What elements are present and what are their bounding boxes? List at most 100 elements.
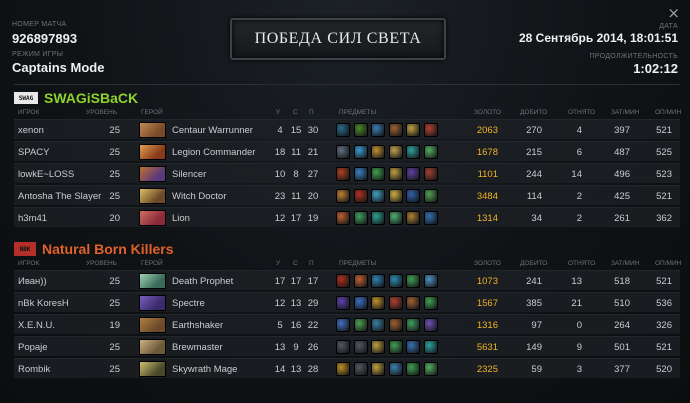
item-icon[interactable]: [336, 189, 350, 203]
item-icon[interactable]: [336, 167, 350, 181]
match-duration: 1:02:12: [633, 61, 678, 76]
item-icon[interactable]: [423, 123, 438, 137]
item-icon[interactable]: [388, 189, 403, 203]
player-row[interactable]: SPACY 25 Legion Commander 18 11 21 1678 215 6 487…: [14, 141, 680, 161]
hero-portrait: [139, 144, 166, 160]
player-row[interactable]: h3m41 20 Lion 12 17 19 1314 34 2 261 362: [14, 207, 680, 227]
item-icon[interactable]: [336, 123, 350, 137]
item-icon[interactable]: [388, 145, 403, 159]
item-icon[interactable]: [388, 318, 403, 332]
item-icon[interactable]: [336, 145, 350, 159]
item-icon[interactable]: [371, 318, 385, 332]
player-row[interactable]: Rombik 25 Skywrath Mage 14 13 28 2325 59 3 377 520: [14, 358, 680, 378]
item-icon[interactable]: [371, 340, 385, 354]
player-gold: 1316: [476, 320, 498, 331]
player-xpm: 261: [614, 213, 630, 224]
item-icon[interactable]: [388, 123, 403, 137]
item-icon[interactable]: [353, 318, 368, 332]
player-player: Popaje: [18, 342, 48, 353]
item-icon[interactable]: [388, 274, 403, 288]
item-icon[interactable]: [423, 340, 438, 354]
player-k: 13: [274, 342, 286, 353]
item-icon[interactable]: [371, 296, 385, 310]
item-icon[interactable]: [353, 296, 368, 310]
item-icon[interactable]: [371, 167, 385, 181]
column-header-d: С: [293, 109, 298, 116]
item-icon[interactable]: [353, 189, 368, 203]
item-icon[interactable]: [423, 189, 438, 203]
item-icon[interactable]: [406, 340, 420, 354]
player-k: 5: [277, 320, 283, 331]
item-icon[interactable]: [353, 123, 368, 137]
item-icon[interactable]: [423, 211, 438, 225]
item-icon[interactable]: [371, 362, 385, 376]
player-gold: 1073: [476, 276, 498, 287]
item-icon[interactable]: [406, 274, 420, 288]
column-header-xpm: ЗАТ/МИН: [611, 260, 640, 267]
item-icon[interactable]: [353, 362, 368, 376]
player-dn: 2: [576, 191, 582, 202]
item-icon[interactable]: [406, 123, 420, 137]
item-icon[interactable]: [353, 211, 368, 225]
player-row[interactable]: lowkE~LOSS 25 Silencer 10 8 27 1101 244 14 496 523: [14, 163, 680, 183]
item-icon[interactable]: [353, 274, 368, 288]
item-icon[interactable]: [336, 296, 350, 310]
item-icon[interactable]: [423, 274, 438, 288]
item-icon[interactable]: [388, 340, 403, 354]
item-icon[interactable]: [406, 211, 420, 225]
item-icon[interactable]: [388, 362, 403, 376]
column-header-gpm: ОП/МИН: [655, 109, 682, 116]
player-d: 13: [290, 298, 302, 309]
player-hero: Skywrath Mage: [172, 364, 238, 375]
item-icon[interactable]: [423, 362, 438, 376]
player-gpm: 362: [656, 213, 672, 224]
player-row[interactable]: Popaje 25 Brewmaster 13 9 26 5631 149 9 501 521: [14, 336, 680, 356]
column-header-level: УРОВЕНЬ: [86, 260, 118, 267]
item-icon[interactable]: [388, 296, 403, 310]
player-lh: 244: [526, 169, 542, 180]
item-icon[interactable]: [423, 296, 438, 310]
item-icon[interactable]: [353, 145, 368, 159]
player-level: 25: [109, 147, 120, 158]
player-hero: Silencer: [172, 169, 207, 180]
item-icon[interactable]: [406, 189, 420, 203]
item-icon[interactable]: [336, 318, 350, 332]
item-icon[interactable]: [353, 167, 368, 181]
player-player: nBk KoresH: [18, 298, 69, 309]
item-icon[interactable]: [388, 167, 403, 181]
item-icon[interactable]: [406, 296, 420, 310]
player-row[interactable]: Antosha The Slayer 25 Witch Doctor 23 11 20 34…: [14, 185, 680, 205]
item-icon[interactable]: [336, 211, 350, 225]
player-level: 25: [109, 191, 120, 202]
item-icon[interactable]: [406, 318, 420, 332]
item-icon[interactable]: [371, 145, 385, 159]
item-icon[interactable]: [336, 340, 350, 354]
player-dn: 21: [571, 298, 582, 309]
player-xpm: 501: [614, 342, 630, 353]
item-icon[interactable]: [406, 167, 420, 181]
item-icon[interactable]: [371, 274, 385, 288]
item-icon[interactable]: [406, 145, 420, 159]
item-icon[interactable]: [336, 362, 350, 376]
player-level: 25: [109, 276, 120, 287]
column-header-items: ПРЕДМЕТЫ: [339, 109, 377, 116]
player-row[interactable]: xenon 25 Centaur Warrunner 4 15 30 2063 270 4 397…: [14, 119, 680, 139]
close-icon[interactable]: ×: [667, 4, 680, 22]
item-icon[interactable]: [371, 189, 385, 203]
column-header-k: У: [276, 109, 281, 116]
item-icon[interactable]: [388, 211, 403, 225]
player-row[interactable]: Иван)) 25 Death Prophet 17 17 17 1073 241 13 518 5…: [14, 270, 680, 290]
player-row[interactable]: X.E.N.U. 19 Earthshaker 5 16 22 1316 97 0 264 326: [14, 314, 680, 334]
item-icon[interactable]: [423, 145, 438, 159]
item-icon[interactable]: [371, 123, 385, 137]
item-icon[interactable]: [423, 167, 438, 181]
item-icon[interactable]: [406, 362, 420, 376]
game-mode: Captains Mode: [12, 60, 105, 75]
item-icon[interactable]: [353, 340, 368, 354]
item-icon[interactable]: [423, 318, 438, 332]
player-gpm: 523: [656, 169, 672, 180]
player-row[interactable]: nBk KoresH 25 Spectre 12 13 29 1567 385 21 510 536: [14, 292, 680, 312]
column-header-xpm: ЗАТ/МИН: [611, 109, 640, 116]
item-icon[interactable]: [371, 211, 385, 225]
item-icon[interactable]: [336, 274, 350, 288]
